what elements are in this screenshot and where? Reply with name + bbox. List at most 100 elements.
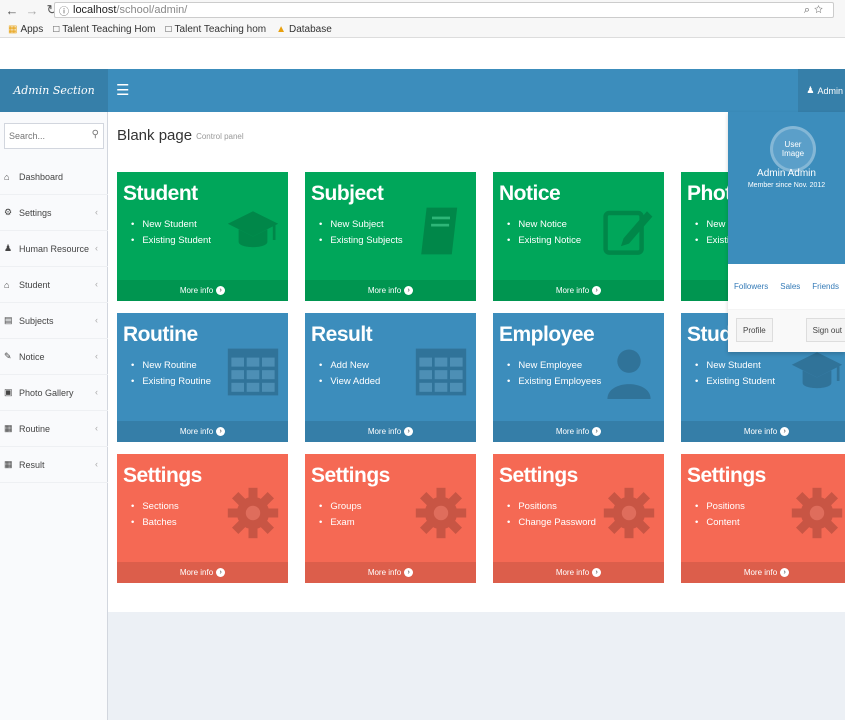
user-icon [602,345,656,399]
tile-link[interactable]: Existing Employees [507,374,601,390]
user-icon: ♟ [4,243,13,253]
tile-routine: Routine New RoutineExisting Routine More i… [117,313,288,442]
tile-title: Employee [499,323,595,346]
search-input[interactable] [9,130,87,141]
table-icon: ▦ [4,459,13,469]
more-info-label: More info [179,427,214,436]
more-info-link[interactable]: More info› [117,280,288,301]
user-menu-toggle[interactable]: ♟ Admin [798,69,845,112]
logo[interactable]: Admin Section [0,69,108,112]
search-icon[interactable]: ⚲ [92,129,99,140]
tile-settings: Settings GroupsExam More info› [305,454,476,583]
tile-link[interactable]: New Routine [131,358,211,374]
gear-icon [602,486,656,540]
sidebar-item-label: Result [19,459,45,470]
tile-employee: Employee New EmployeeExisting Employees Mo… [493,313,664,442]
friends-link[interactable]: Friends [812,282,839,291]
tile-title: Notice [499,182,561,205]
bookmark-label: Talent Teaching hom [174,23,267,35]
sidebar-item-routine[interactable]: ▦ Routine ‹ [0,411,108,447]
tile-notice: Notice New NoticeExisting Notice More info… [493,172,664,301]
member-since: Member since Nov. 2012 [747,182,826,189]
tile-link[interactable]: Existing Student [131,233,211,249]
tile-links: New NoticeExisting Notice [507,217,581,249]
bookmark-apps[interactable]: ▦ Apps [8,24,43,35]
more-info-link[interactable]: More info› [305,562,476,583]
followers-link[interactable]: Followers [734,282,768,291]
more-info-link[interactable]: More info› [493,421,664,442]
tile-links: New StudentExisting Student [131,217,211,249]
tile-link[interactable]: Batches [131,515,179,531]
tile-link[interactable]: Positions [507,499,596,515]
url-host: localhost [73,4,117,16]
app-header: Admin Section ☰ ♟ Admin [0,69,845,112]
tile-link[interactable]: Existing Student [695,374,775,390]
tile-link[interactable]: New Notice [507,217,581,233]
graduation-cap-icon: ⌂ [4,279,10,290]
page-icon: □ [53,23,60,35]
tile-link[interactable]: New Student [695,358,775,374]
more-info-link[interactable]: More info› [305,280,476,301]
more-info-link[interactable]: More info› [117,421,288,442]
tile-link[interactable]: New Subject [319,217,403,233]
more-info-link[interactable]: More info› [117,562,288,583]
info-icon[interactable]: ⓘ [59,3,69,18]
tile-link[interactable]: Existing Notice [507,233,581,249]
tile-settings: Settings SectionsBatches More info› [117,454,288,583]
sidebar-item-photo-gallery[interactable]: ▣ Photo Gallery ‹ [0,375,108,411]
edit-icon: ✎ [4,351,12,361]
more-info-link[interactable]: More info› [493,562,664,583]
tile-title: Settings [311,464,390,487]
more-info-link[interactable]: More info› [681,562,845,583]
sidebar-item-label: Routine [19,423,51,434]
chevron-left-icon: ‹ [95,387,98,397]
sidebar-item-settings[interactable]: ⚙ Settings ‹ [0,195,108,231]
book-icon: ▤ [4,315,13,325]
arrow-circle-right-icon: › [216,427,226,436]
tile-subject: Subject New SubjectExisting Subjects More … [305,172,476,301]
tile-link[interactable]: Content [695,515,745,531]
tile-link[interactable]: Positions [695,499,745,515]
profile-button[interactable]: Profile [736,318,773,342]
gear-icon [790,486,844,540]
tile-settings: Settings PositionsChange Password More inf… [493,454,664,583]
tile-link[interactable]: Groups [319,499,361,515]
zoom-icon[interactable]: ⌕ [804,4,814,16]
tile-link[interactable]: New Employee [507,358,601,374]
tile-link[interactable]: Existing Routine [131,374,211,390]
sidebar-item-notice[interactable]: ✎ Notice ‹ [0,339,108,375]
user-image-alt: User Image [781,140,805,158]
bookmark-database[interactable]: ▲ Database [276,24,332,35]
tile-link[interactable]: Exam [319,515,361,531]
sales-link[interactable]: Sales [780,282,800,291]
arrow-circle-right-icon: › [780,568,790,577]
user-dropdown: User Image Admin Admin Member since Nov.… [728,112,845,352]
sidebar-item-result[interactable]: ▦ Result ‹ [0,447,108,483]
more-info-link[interactable]: More info› [305,421,476,442]
sidebar-item-student[interactable]: ⌂ Student ‹ [0,267,108,303]
tile-link[interactable]: Sections [131,499,178,515]
hamburger-menu-icon[interactable]: ☰ [116,81,129,99]
back-arrow-icon[interactable]: ← [4,2,20,18]
zoom-star-icons[interactable]: ⌕☆ [804,4,827,17]
book-icon [414,204,468,258]
more-info-label: More info [555,568,590,577]
arrow-circle-right-icon: › [780,427,790,436]
more-info-link[interactable]: More info› [493,280,664,301]
tile-title: Settings [499,464,578,487]
bookmark-talent-1[interactable]: □ Talent Teaching Hom [53,24,155,35]
signout-button[interactable]: Sign out [805,318,845,342]
bookmark-talent-2[interactable]: □ Talent Teaching hom [166,24,267,35]
star-icon[interactable]: ☆ [814,4,827,16]
sidebar-item-dashboard[interactable]: ⌂ Dashboard [0,159,108,195]
sidebar-item-human-resource[interactable]: ♟ Human Resource ‹ [0,231,108,267]
more-info-link[interactable]: More info› [681,421,845,442]
tile-link[interactable]: Existing Subjects [319,233,402,249]
tile-link[interactable]: View Added [319,374,380,390]
forward-arrow-icon[interactable]: → [24,2,40,18]
tile-link[interactable]: New Student [131,217,211,233]
tile-link[interactable]: Change Password [507,515,596,531]
tile-link[interactable]: Add New [319,358,380,374]
address-bar[interactable]: ⓘ localhost/school/admin/ ⌕☆ [54,2,834,18]
sidebar-item-subjects[interactable]: ▤ Subjects ‹ [0,303,108,339]
